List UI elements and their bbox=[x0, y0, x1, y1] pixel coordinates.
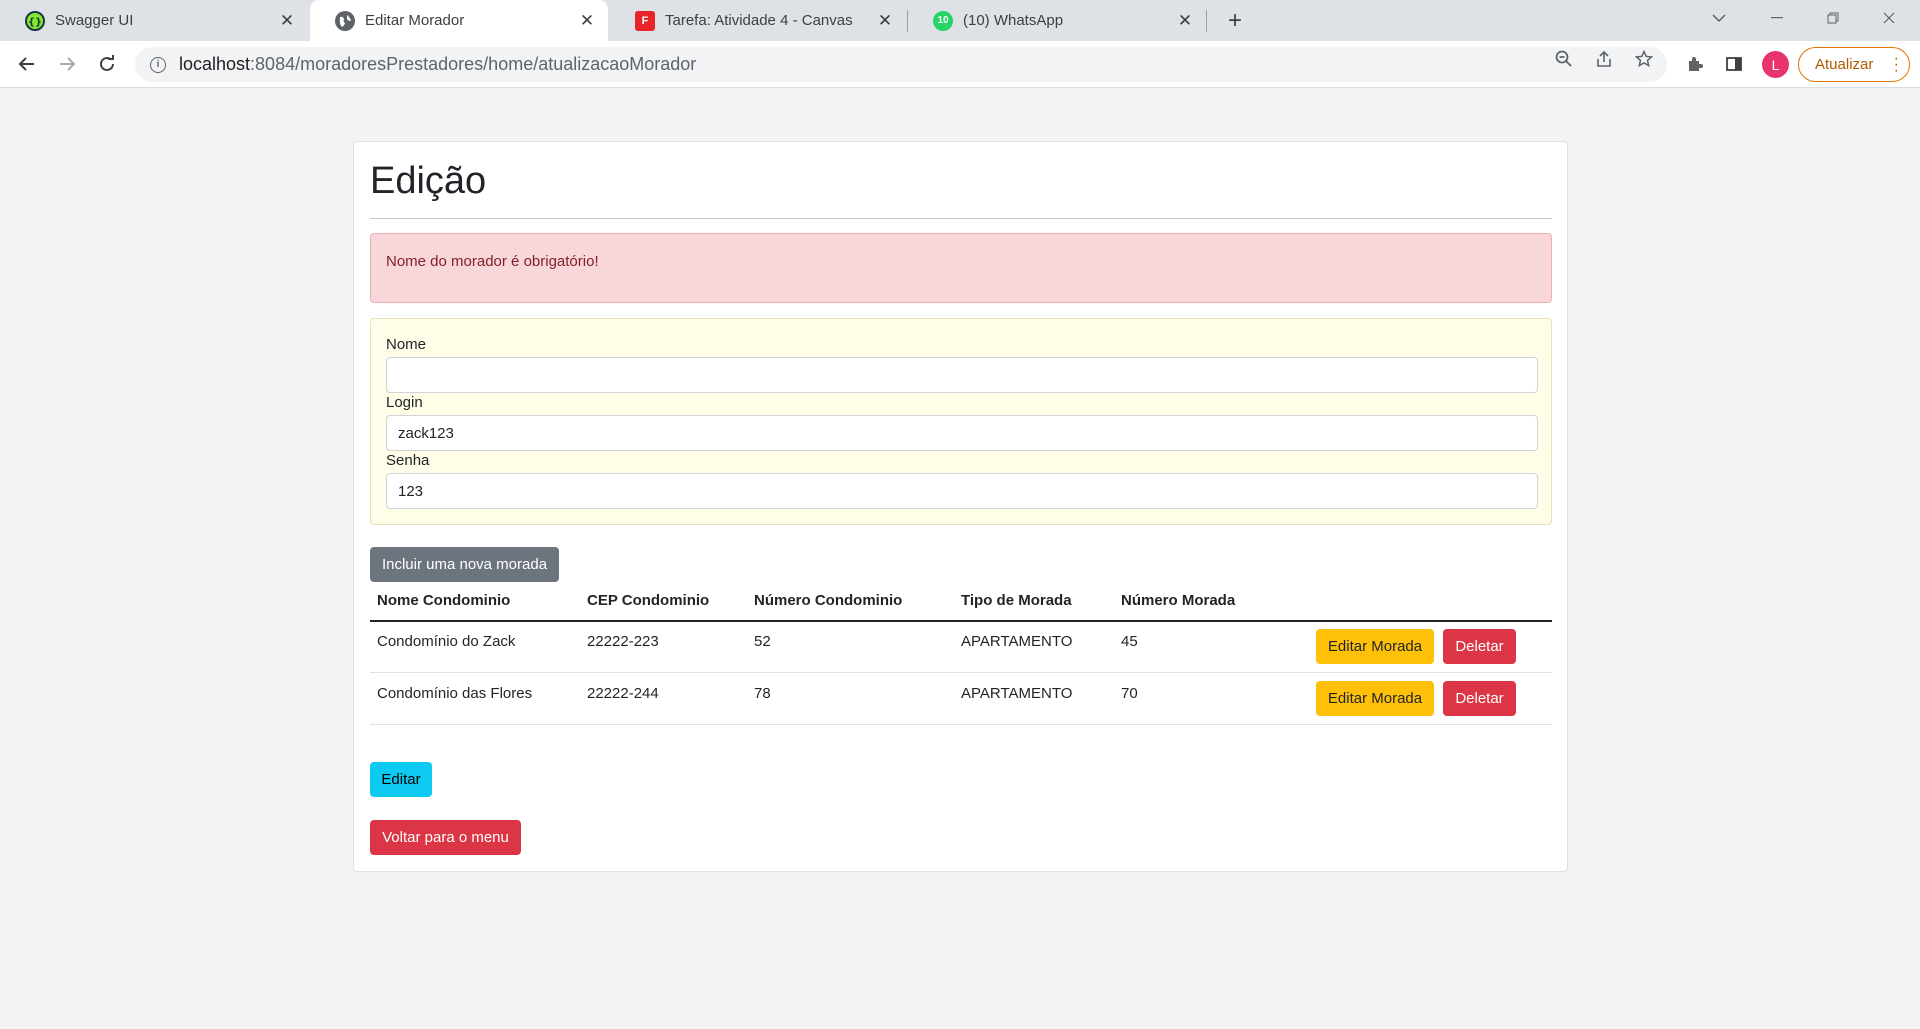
close-icon[interactable]: ✕ bbox=[576, 10, 598, 32]
nome-label: Nome bbox=[386, 336, 427, 353]
cell-numero-condominio: 78 bbox=[754, 685, 771, 702]
close-icon[interactable]: ✕ bbox=[276, 10, 298, 32]
tab-editar-morador[interactable]: Editar Morador ✕ bbox=[310, 0, 608, 41]
reload-icon[interactable] bbox=[93, 50, 121, 78]
canvas-icon: F bbox=[635, 10, 655, 31]
more-menu-icon[interactable]: · · · bbox=[1894, 51, 1899, 79]
tab-swagger[interactable]: {} Swagger UI ✕ bbox=[0, 0, 308, 41]
extensions-icon[interactable] bbox=[1683, 52, 1707, 76]
browser-toolbar: i localhost:8084/moradoresPrestadores/ho… bbox=[0, 41, 1920, 88]
column-header-cep-condominio: CEP Condominio bbox=[587, 592, 710, 609]
whatsapp-icon: 10 bbox=[933, 10, 953, 31]
row-divider bbox=[370, 724, 1552, 725]
tab-search-icon[interactable] bbox=[1704, 4, 1734, 32]
delete-morada-button[interactable]: Deletar bbox=[1443, 681, 1516, 716]
cell-numero-morada: 45 bbox=[1121, 633, 1138, 650]
title-divider bbox=[370, 218, 1552, 219]
svg-text:{}: {} bbox=[29, 17, 41, 27]
update-label: Atualizar bbox=[1815, 56, 1874, 73]
bookmark-star-icon[interactable] bbox=[1634, 49, 1654, 69]
tab-separator bbox=[1206, 10, 1207, 32]
column-header-tipo-morada: Tipo de Morada bbox=[961, 592, 1072, 609]
cell-tipo-morada: APARTAMENTO bbox=[961, 633, 1073, 650]
morador-form: Nome Login Senha bbox=[370, 318, 1552, 525]
forward-icon[interactable] bbox=[53, 50, 81, 78]
senha-input[interactable] bbox=[386, 473, 1538, 509]
cell-cep-condominio: 22222-244 bbox=[587, 685, 659, 702]
tab-strip: {} Swagger UI ✕ Editar Morador ✕ F Taref… bbox=[0, 0, 1920, 41]
cell-tipo-morada: APARTAMENTO bbox=[961, 685, 1073, 702]
tab-title: Editar Morador bbox=[365, 12, 465, 29]
cell-nome-condominio: Condomínio das Flores bbox=[377, 685, 533, 702]
column-header-numero-condominio: Número Condominio bbox=[754, 592, 903, 609]
close-window-icon[interactable] bbox=[1874, 4, 1904, 32]
edit-card: Edição Nome do morador é obrigatório! No… bbox=[353, 141, 1568, 872]
url-text: localhost:8084/moradoresPrestadores/home… bbox=[179, 54, 697, 74]
cell-numero-condominio: 52 bbox=[754, 633, 771, 650]
back-icon[interactable] bbox=[13, 50, 41, 78]
tab-title: Tarefa: Atividade 4 - Canvas bbox=[665, 12, 853, 29]
restore-icon[interactable] bbox=[1818, 4, 1848, 32]
edit-morada-button[interactable]: Editar Morada bbox=[1316, 629, 1434, 664]
new-tab-icon[interactable]: + bbox=[1222, 7, 1248, 34]
minimize-icon[interactable] bbox=[1762, 4, 1792, 32]
row-divider bbox=[370, 672, 1552, 673]
table-header-rule bbox=[370, 620, 1552, 622]
page-title: Edição bbox=[370, 160, 487, 202]
login-input[interactable] bbox=[386, 415, 1538, 451]
cell-numero-morada: 70 bbox=[1121, 685, 1138, 702]
delete-morada-button[interactable]: Deletar bbox=[1443, 629, 1516, 664]
update-browser-button[interactable]: Atualizar · · · bbox=[1798, 47, 1910, 82]
error-alert: Nome do morador é obrigatório! bbox=[370, 233, 1552, 303]
tab-whatsapp[interactable]: 10 (10) WhatsApp ✕ bbox=[908, 0, 1206, 41]
cell-cep-condominio: 22222-223 bbox=[587, 633, 659, 650]
address-bar[interactable]: i localhost:8084/moradoresPrestadores/ho… bbox=[135, 47, 1667, 82]
column-header-nome-condominio: Nome Condominio bbox=[377, 592, 511, 609]
senha-label: Senha bbox=[386, 452, 430, 469]
tab-title: Swagger UI bbox=[55, 12, 134, 29]
share-icon[interactable] bbox=[1594, 49, 1614, 69]
edit-morada-button[interactable]: Editar Morada bbox=[1316, 681, 1434, 716]
zoom-icon[interactable] bbox=[1554, 49, 1574, 69]
editar-button[interactable]: Editar bbox=[370, 762, 432, 797]
close-icon[interactable]: ✕ bbox=[874, 10, 896, 32]
swagger-icon: {} bbox=[25, 10, 45, 31]
column-header-numero-morada: Número Morada bbox=[1121, 592, 1236, 609]
back-to-menu-button[interactable]: Voltar para o menu bbox=[370, 820, 521, 855]
nome-input[interactable] bbox=[386, 357, 1538, 393]
tab-title: (10) WhatsApp bbox=[963, 12, 1064, 29]
site-info-icon[interactable]: i bbox=[150, 56, 166, 73]
add-morada-button[interactable]: Incluir uma nova morada bbox=[370, 547, 559, 582]
tab-canvas[interactable]: F Tarefa: Atividade 4 - Canvas ✕ bbox=[610, 0, 906, 41]
globe-icon bbox=[335, 10, 355, 31]
profile-avatar[interactable]: L bbox=[1762, 51, 1789, 78]
side-panel-icon[interactable] bbox=[1722, 52, 1746, 76]
login-label: Login bbox=[386, 394, 423, 411]
close-icon[interactable]: ✕ bbox=[1174, 10, 1196, 32]
cell-nome-condominio: Condomínio do Zack bbox=[377, 633, 516, 650]
